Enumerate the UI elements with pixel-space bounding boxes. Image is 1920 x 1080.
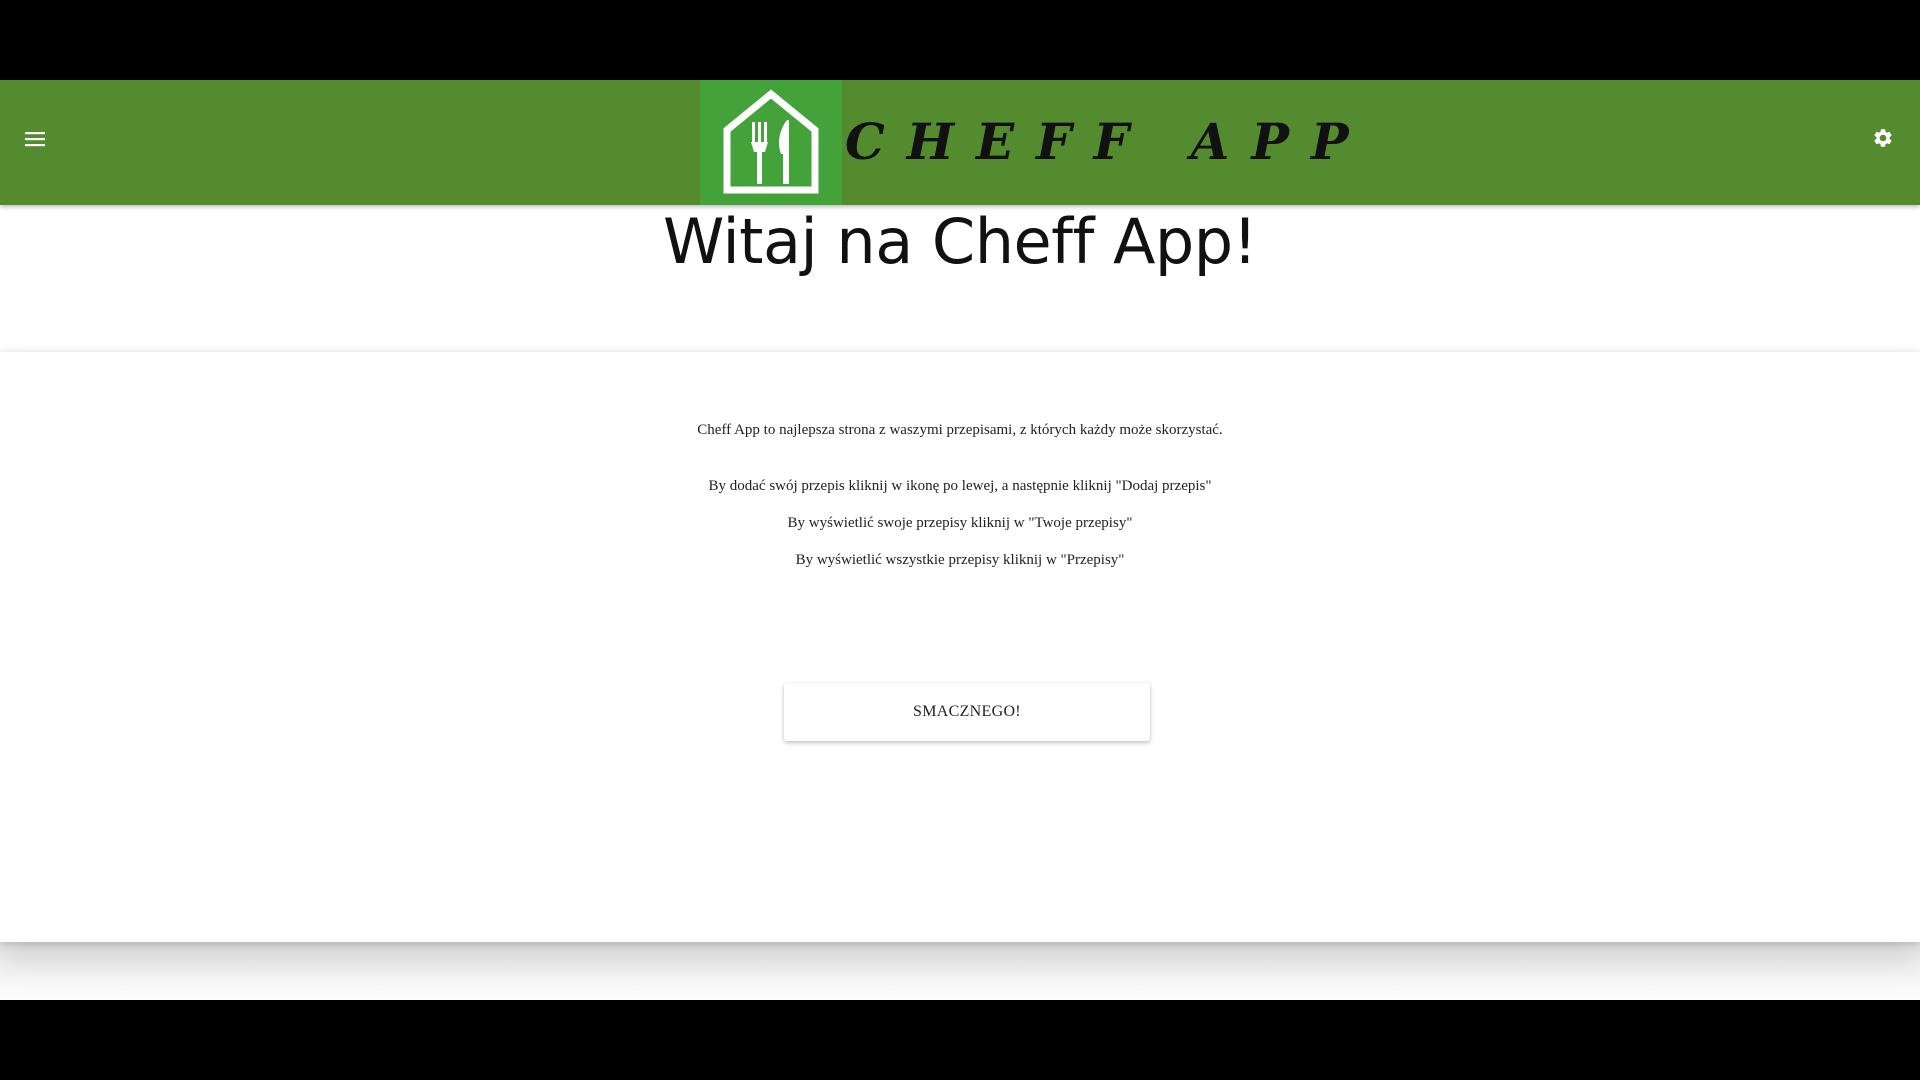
smacznego-button[interactable]: SMACZNEGO! <box>784 683 1150 741</box>
settings-button[interactable] <box>1866 121 1900 155</box>
house-fork-knife-icon <box>723 88 819 193</box>
gear-icon <box>1874 129 1892 147</box>
intro-text: Cheff App to najlepsza strona z waszymi … <box>697 422 1223 438</box>
instruction-all-recipes: By wyświetlić wszystkie przepisy kliknij… <box>795 552 1125 568</box>
welcome-card: Cheff App to najlepsza strona z waszymi … <box>0 352 1920 942</box>
brand-title: CHEFF APP <box>845 112 1371 171</box>
letterbox-bottom <box>0 1000 1920 1080</box>
page-footer-area <box>0 942 1920 1000</box>
hamburger-menu-icon <box>25 132 45 147</box>
app-toolbar: CHEFF APP <box>0 80 1920 205</box>
menu-button[interactable] <box>20 124 50 154</box>
app-logo[interactable] <box>700 80 842 205</box>
app-screen: CHEFF APP Witaj na Cheff App! Cheff App … <box>0 80 1920 1000</box>
page-title: Witaj na Cheff App! <box>663 205 1257 278</box>
letterbox-top <box>0 0 1920 80</box>
instruction-my-recipes: By wyświetlić swoje przepisy kliknij w "… <box>787 515 1133 531</box>
instruction-add-recipe: By dodać swój przepis kliknij w ikonę po… <box>708 478 1212 494</box>
